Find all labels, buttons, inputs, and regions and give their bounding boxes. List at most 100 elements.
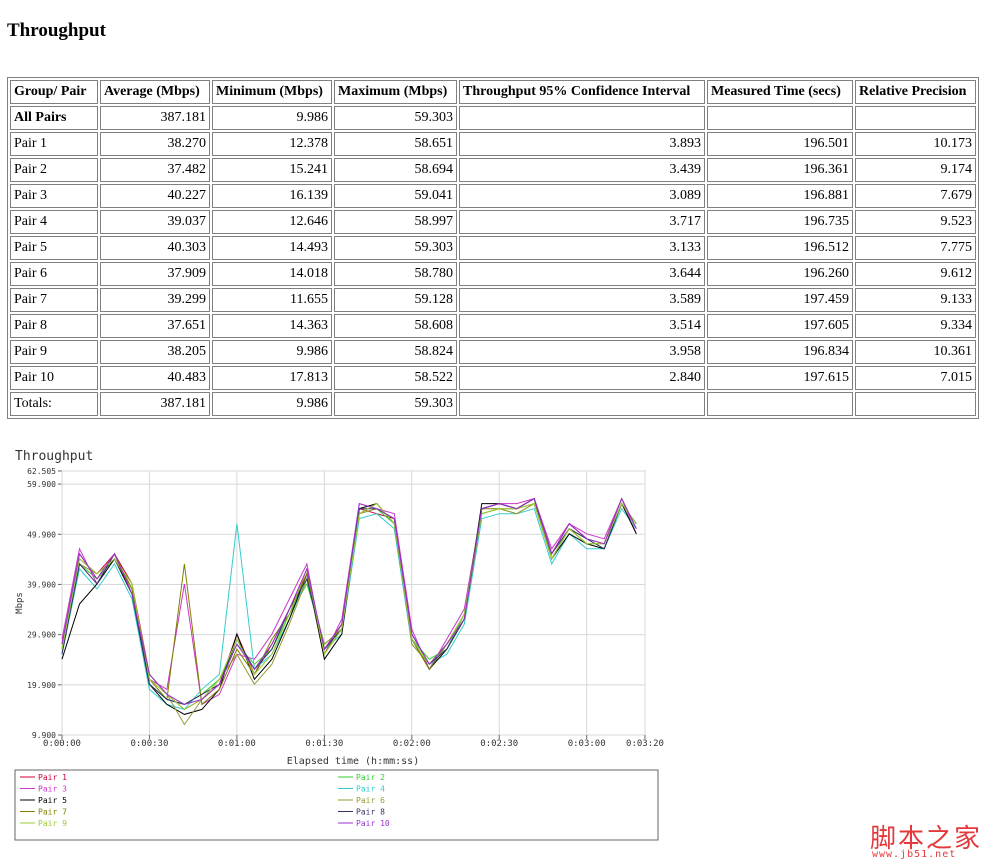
- cell-group: All Pairs: [10, 106, 98, 130]
- cell-measured-time: 196.834: [707, 340, 853, 364]
- cell-group: Pair 3: [10, 184, 98, 208]
- cell-group: Pair 6: [10, 262, 98, 286]
- chart-svg: Throughput9.90019.90029.90039.90049.9005…: [14, 449, 664, 841]
- cell-relative-precision: 9.523: [855, 210, 976, 234]
- watermark-logo: 脚本之家 www.jb51.net: [870, 818, 992, 862]
- cell-maximum: 58.651: [334, 132, 457, 156]
- throughput-chart: Throughput 9.900 19.900 29.900 39.900 49.900 5…: [0, 440, 680, 850]
- x-tick-label: 0:01:30: [305, 739, 343, 749]
- table-body: All Pairs 387.181 9.986 59.303 Pair 1 38.270 1…: [10, 106, 976, 416]
- y-tick-label: 29.900: [27, 631, 56, 640]
- cell-confidence-interval: 3.717: [459, 210, 705, 234]
- y-tick-label: 62.505: [27, 467, 56, 476]
- cell-minimum: 15.241: [212, 158, 332, 182]
- table-row: All Pairs 387.181 9.986 59.303: [10, 106, 976, 130]
- throughput-table: Group/ Pair Average (Mbps) Minimum (Mbps…: [7, 77, 979, 419]
- x-tick-label: 0:03:20: [626, 739, 664, 749]
- cell-minimum: 14.493: [212, 236, 332, 260]
- header-group-pair: Group/ Pair: [10, 80, 98, 104]
- cell-group: Pair 5: [10, 236, 98, 260]
- cell-confidence-interval: 3.439: [459, 158, 705, 182]
- cell-average: 37.651: [100, 314, 210, 338]
- table-row: Pair 7 39.299 11.655 59.128 3.589 197.459 9.13…: [10, 288, 976, 312]
- header-measured-time: Measured Time (secs): [707, 80, 853, 104]
- cell-relative-precision: 7.015: [855, 366, 976, 390]
- cell-relative-precision: [855, 392, 976, 416]
- cell-group: Pair 1: [10, 132, 98, 156]
- cell-maximum: 58.997: [334, 210, 457, 234]
- cell-measured-time: 196.735: [707, 210, 853, 234]
- legend-label: Pair 6: [356, 796, 385, 805]
- cell-minimum: 11.655: [212, 288, 332, 312]
- cell-relative-precision: 9.612: [855, 262, 976, 286]
- cell-maximum: 59.303: [334, 392, 457, 416]
- cell-maximum: 58.608: [334, 314, 457, 338]
- table-row: Pair 10 40.483 17.813 58.522 2.840 197.615 7.0…: [10, 366, 976, 390]
- cell-maximum: 59.303: [334, 106, 457, 130]
- cell-average: 387.181: [100, 106, 210, 130]
- cell-measured-time: 197.615: [707, 366, 853, 390]
- cell-confidence-interval: 3.589: [459, 288, 705, 312]
- table-row: Pair 8 37.651 14.363 58.608 3.514 197.605 9.33…: [10, 314, 976, 338]
- cell-confidence-interval: 3.514: [459, 314, 705, 338]
- y-axis-label: Mbps: [15, 592, 25, 614]
- x-tick-label: 0:00:00: [43, 739, 81, 749]
- y-tick-label: 19.900: [27, 681, 56, 690]
- legend-label: Pair 3: [38, 785, 67, 794]
- y-tick-label: 49.900: [27, 530, 56, 539]
- table-row: Totals: 387.181 9.986 59.303: [10, 392, 976, 416]
- legend-label: Pair 5: [38, 796, 67, 805]
- legend-box: [14, 769, 659, 841]
- x-axis-label: Elapsed time (h:mm:ss): [287, 756, 419, 767]
- y-tick-label: 59.900: [27, 480, 56, 489]
- cell-relative-precision: [855, 106, 976, 130]
- legend-label: Pair 7: [38, 808, 67, 817]
- cell-maximum: 58.522: [334, 366, 457, 390]
- page-title: Throughput: [7, 20, 106, 41]
- cell-confidence-interval: [459, 392, 705, 416]
- legend-label: Pair 8: [356, 808, 385, 817]
- cell-minimum: 12.378: [212, 132, 332, 156]
- cell-relative-precision: 10.361: [855, 340, 976, 364]
- cell-average: 40.483: [100, 366, 210, 390]
- cell-measured-time: 196.512: [707, 236, 853, 260]
- legend-label: Pair 10: [356, 819, 390, 828]
- cell-average: 38.205: [100, 340, 210, 364]
- y-tick-label: 39.900: [27, 580, 56, 589]
- x-tick-label: 0:01:00: [218, 739, 256, 749]
- header-confidence-interval: Throughput 95% Confidence Interval: [459, 80, 705, 104]
- cell-group: Pair 2: [10, 158, 98, 182]
- cell-relative-precision: 7.679: [855, 184, 976, 208]
- cell-average: 387.181: [100, 392, 210, 416]
- cell-measured-time: 196.881: [707, 184, 853, 208]
- cell-group: Pair 9: [10, 340, 98, 364]
- cell-relative-precision: 9.133: [855, 288, 976, 312]
- x-tick-label: 0:03:00: [568, 739, 606, 749]
- cell-group: Pair 8: [10, 314, 98, 338]
- cell-relative-precision: 10.173: [855, 132, 976, 156]
- cell-confidence-interval: [459, 106, 705, 130]
- cell-measured-time: 196.260: [707, 262, 853, 286]
- cell-maximum: 58.780: [334, 262, 457, 286]
- cell-average: 39.299: [100, 288, 210, 312]
- cell-confidence-interval: 2.840: [459, 366, 705, 390]
- cell-confidence-interval: 3.089: [459, 184, 705, 208]
- x-tick-label: 0:02:00: [393, 739, 431, 749]
- table-row: Pair 2 37.482 15.241 58.694 3.439 196.361 9.17…: [10, 158, 976, 182]
- cell-confidence-interval: 3.133: [459, 236, 705, 260]
- table-row: Pair 3 40.227 16.139 59.041 3.089 196.881 7.67…: [10, 184, 976, 208]
- x-tick-label: 0:02:30: [480, 739, 518, 749]
- table-row: Pair 9 38.205 9.986 58.824 3.958 196.834 10.36…: [10, 340, 976, 364]
- cell-relative-precision: 9.334: [855, 314, 976, 338]
- cell-measured-time: 196.501: [707, 132, 853, 156]
- table-row: Pair 5 40.303 14.493 59.303 3.133 196.512 7.77…: [10, 236, 976, 260]
- cell-maximum: 59.041: [334, 184, 457, 208]
- header-minimum: Minimum (Mbps): [212, 80, 332, 104]
- cell-minimum: 16.139: [212, 184, 332, 208]
- x-tick-label: 0:00:30: [130, 739, 168, 749]
- cell-confidence-interval: 3.958: [459, 340, 705, 364]
- cell-relative-precision: 9.174: [855, 158, 976, 182]
- cell-minimum: 14.018: [212, 262, 332, 286]
- cell-average: 39.037: [100, 210, 210, 234]
- header-maximum: Maximum (Mbps): [334, 80, 457, 104]
